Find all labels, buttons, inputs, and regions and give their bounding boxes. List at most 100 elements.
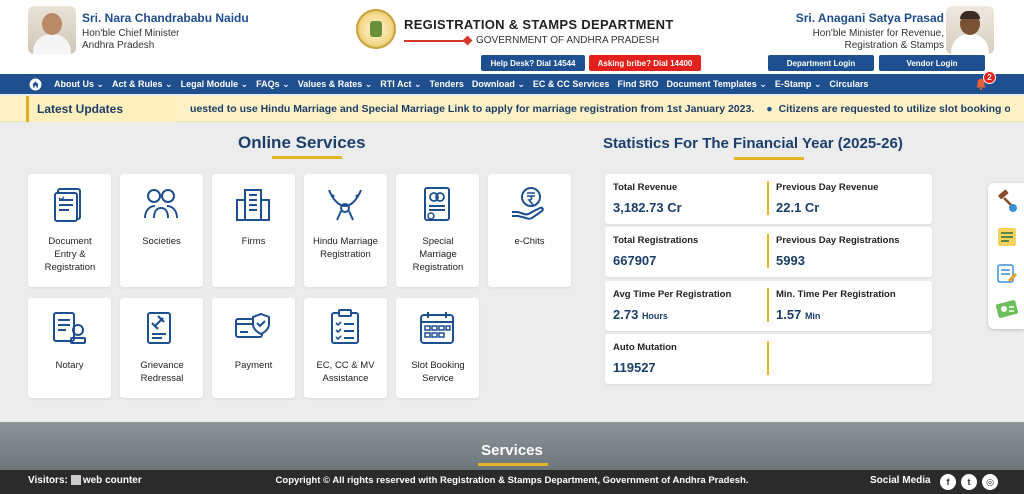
twitter-icon[interactable]: t [961,474,977,490]
chief-minister-name: Sri. Nara Chandrababu Naidu [82,11,249,25]
stat-card-mutation: Auto Mutation 119527 [605,334,932,384]
services-heading: Services [481,442,543,459]
chief-minister-photo [28,6,76,54]
group-people-icon [144,189,178,219]
site-header: Sri. Nara Chandrababu Naidu Hon'ble Chie… [0,0,1024,74]
state-emblem-logo[interactable] [356,9,396,49]
service-tile-hindu-marriage[interactable]: Hindu Marriage Registration [304,174,387,287]
heading-underline [478,463,548,466]
service-tile-slot-booking[interactable]: Slot Booking Service [396,298,479,398]
stat-card-registrations: Total Registrations 667907 Previous Day … [605,227,932,277]
service-tile-label: Payment [234,360,273,371]
stat-card-revenue: Total Revenue 3,182.73 Cr Previous Day R… [605,174,932,224]
document-icon [54,188,81,222]
stat-unit: Hours [641,311,668,321]
department-title: REGISTRATION & STAMPS DEPARTMENT [404,17,674,32]
secure-payment-icon [235,312,270,338]
service-tile-firms[interactable]: Firms [212,174,295,287]
home-icon[interactable] [24,74,46,94]
nav-ec-cc-services[interactable]: EC & CC Services [533,79,610,89]
stat-value: 1.57 Min [776,307,821,322]
id-card-icon[interactable] [995,297,1019,321]
chief-minister-designation: Hon'ble Chief Minister [82,28,180,39]
nav-find-sro[interactable]: Find SRO [617,79,658,89]
stat-label: Auto Mutation [613,342,677,353]
minister-name: Sri. Anagani Satya Prasad [795,11,944,25]
minister-portfolio: Registration & Stamps [844,40,945,51]
instagram-icon[interactable]: ◎ [982,474,998,490]
chief-minister-info: Sri. Nara Chandrababu Naidu Hon'ble Chie… [82,11,249,52]
service-tile-label: Firms [241,236,266,247]
nav-download[interactable]: Download ⌄ [472,79,525,90]
stat-value: 119527 [613,360,656,375]
building-icon [236,189,270,221]
notification-count-badge: 2 [983,71,996,84]
nav-rti-act[interactable]: RTI Act ⌄ [380,79,421,90]
gavel-icon[interactable] [995,189,1019,213]
statistics-heading: Statistics For The Financial Year (2025-… [603,135,903,152]
service-tile-ec-cc-mv[interactable]: EC, CC & MV Assistance [304,298,387,398]
stat-label: Previous Day Revenue [776,182,879,193]
service-tile-payment[interactable]: Payment [212,298,295,398]
service-tile-e-chits[interactable]: e-Chits [488,174,571,287]
nav-legal-module[interactable]: Legal Module ⌄ [181,79,249,90]
service-tile-label: Grievance Redressal [140,360,184,384]
service-tile-label: Special Marriage Registration [412,236,464,273]
rupee-hand-icon [512,187,544,220]
vendor-login-button[interactable]: Vendor Login [879,55,985,71]
service-tile-label: Notary [55,360,84,371]
stat-unit: Min [804,311,821,321]
service-tile-societies[interactable]: Societies [120,174,203,287]
minister-designation: Hon'ble Minister for Revenue, [812,28,944,39]
helpdesk-button[interactable]: Help Desk? Dial 14544 [481,55,585,71]
latest-updates-label: Latest Updates [26,95,176,122]
nav-circulars[interactable]: Circulars [829,79,868,89]
stat-value: 5993 [776,253,805,268]
service-tile-label: EC, CC & MV Assistance [316,360,375,384]
service-tile-label: Societies [142,236,181,247]
nav-faqs[interactable]: FAQs ⌄ [256,79,290,90]
update-item[interactable]: uested to use Hindu Marriage and Special… [190,103,754,115]
form-edit-icon[interactable] [995,261,1019,285]
nav-tenders[interactable]: Tenders [430,79,464,89]
wedding-garland-icon [328,189,362,221]
marriage-certificate-icon [424,187,450,221]
service-tile-grievance[interactable]: Grievance Redressal [120,298,203,398]
service-tile-label: Document Entry & Registration [44,236,96,273]
service-tile-document-entry[interactable]: Document Entry & Registration [28,174,111,287]
stat-label: Total Registrations [613,235,699,246]
nav-document-templates[interactable]: Document Templates ⌄ [666,79,766,90]
notary-stamp-icon [53,312,86,344]
nav-act-rules[interactable]: Act & Rules ⌄ [112,79,173,90]
minister-info: Sri. Anagani Satya Prasad Hon'ble Minist… [796,11,944,52]
stat-value: 3,182.73 Cr [613,200,682,215]
update-item[interactable]: Citizens are requested to utilize slot b… [779,103,1010,115]
nav-values-rates[interactable]: Values & Rates ⌄ [298,79,373,90]
service-tile-label: Hindu Marriage Registration [313,236,378,260]
stat-label: Total Revenue [613,182,678,193]
calendar-icon [420,312,454,344]
checklist-icon [331,309,359,344]
stat-value: 2.73 Hours [613,307,668,322]
service-tile-special-marriage[interactable]: Special Marriage Registration [396,174,479,287]
service-tile-notary[interactable]: Notary [28,298,111,398]
site-footer: Visitors: web counter Copyright © All rig… [0,470,1024,494]
service-tile-label: Slot Booking Service [411,360,465,384]
stat-card-time: Avg Time Per Registration 2.73 Hours Min… [605,281,932,331]
floating-quick-links [988,183,1024,329]
minister-photo [946,6,994,54]
certificate-icon[interactable] [995,225,1019,249]
stat-value: 22.1 Cr [776,200,820,215]
nav-e-stamp[interactable]: E-Stamp ⌄ [775,79,822,90]
stat-label: Avg Time Per Registration [613,289,732,300]
online-services-heading: Online Services [238,133,366,152]
nav-about-us[interactable]: About Us ⌄ [54,79,104,90]
gavel-document-icon [147,312,171,344]
heading-underline [734,157,804,160]
latest-updates-marquee[interactable]: uested to use Hindu Marriage and Special… [190,103,1010,115]
report-bribe-button[interactable]: Asking bribe? Dial 14400 [589,55,701,71]
service-tile-label: e-Chits [514,236,545,247]
chief-minister-state: Andhra Pradesh [82,40,155,51]
department-login-button[interactable]: Department Login [768,55,874,71]
facebook-icon[interactable]: f [940,474,956,490]
